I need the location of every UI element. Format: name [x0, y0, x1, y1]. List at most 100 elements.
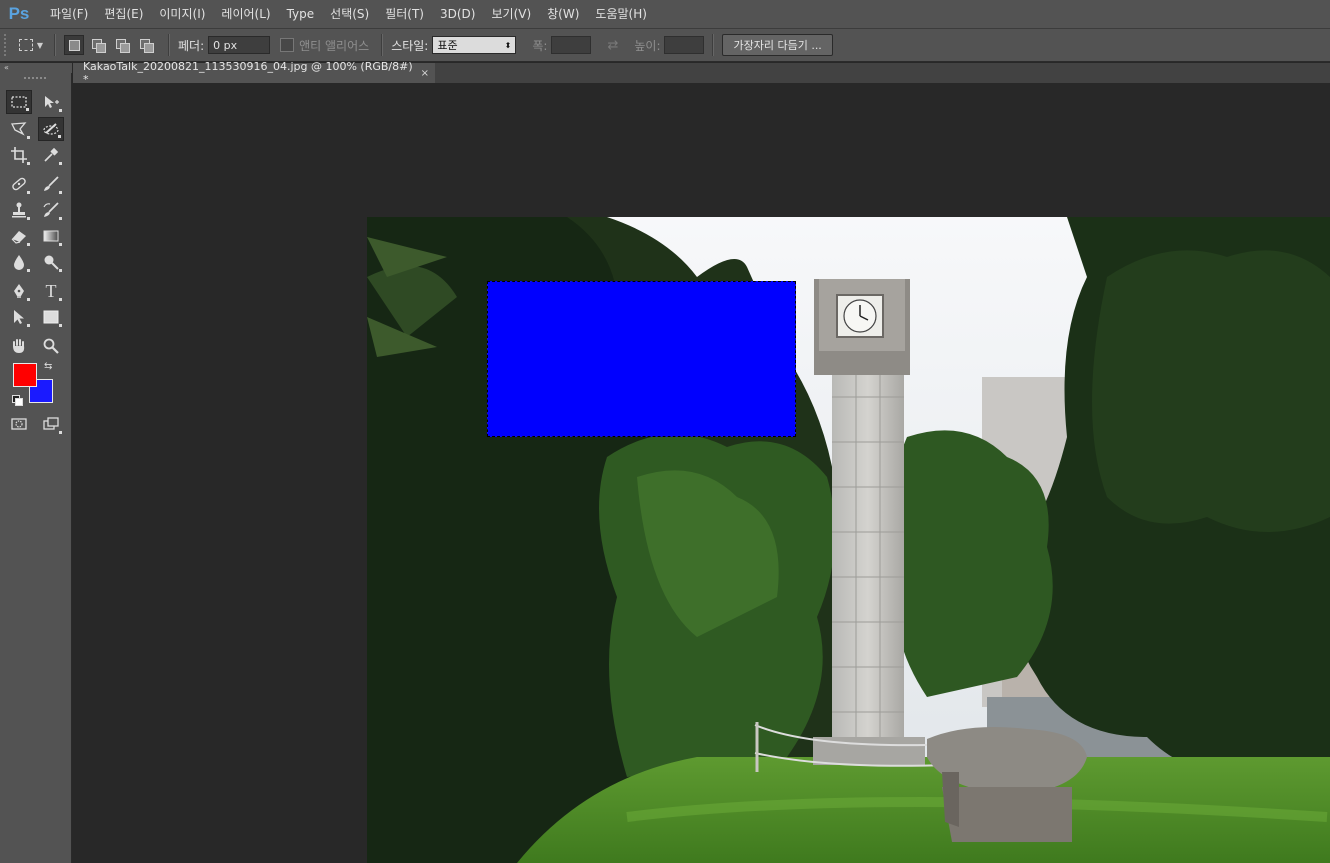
stamp-icon	[12, 202, 26, 218]
menu-filter[interactable]: 필터(T)	[377, 0, 432, 28]
swap-colors-icon[interactable]: ⇆	[44, 361, 52, 372]
bandage-icon	[12, 177, 26, 191]
pen-tool[interactable]	[6, 279, 32, 303]
swap-width-height-icon[interactable]: ⇄	[607, 38, 618, 53]
eraser-icon	[11, 231, 26, 244]
intersect-selection-button[interactable]	[136, 35, 156, 55]
pen-icon	[14, 284, 24, 298]
rect-marquee-icon	[11, 96, 27, 108]
lasso-tool[interactable]	[6, 117, 32, 141]
healing-brush-tool[interactable]	[6, 172, 32, 196]
move-tool[interactable]	[38, 90, 64, 114]
document-canvas[interactable]	[367, 217, 1330, 863]
type-tool[interactable]: T	[38, 279, 64, 303]
feather-input[interactable]	[208, 36, 271, 54]
options-bar: ▼ 페더: 앤티 앨리어스 스타일: 표준 ⬍ 폭: ⇄ 높이: 가장자리 다듬…	[0, 28, 1330, 62]
type-icon: T	[45, 280, 57, 301]
screen-mode-button[interactable]	[38, 412, 64, 436]
gradient-tool[interactable]	[38, 224, 64, 248]
style-select-value: 표준	[437, 39, 458, 52]
rectangle-tool[interactable]	[38, 305, 64, 329]
magnifier-icon	[43, 338, 59, 354]
menu-image[interactable]: 이미지(I)	[151, 0, 213, 28]
tools-panel-header: «	[0, 63, 72, 73]
tools-panel: T ⇆	[0, 73, 72, 863]
new-selection-icon	[68, 39, 80, 51]
brush-tool[interactable]	[38, 172, 64, 196]
dodge-tool[interactable]	[38, 250, 64, 274]
add-selection-icon	[91, 38, 106, 53]
workspace	[73, 83, 1330, 863]
crop-icon	[11, 147, 27, 163]
height-label: 높이:	[634, 38, 661, 53]
feather-label: 페더:	[178, 38, 205, 53]
refine-edge-button[interactable]: 가장자리 다듬기 ...	[722, 34, 833, 56]
divider	[381, 34, 384, 56]
antialias-checkbox[interactable]	[280, 38, 295, 52]
arrow-pointer-icon	[14, 310, 24, 324]
photoshop-logo: Ps	[8, 4, 30, 23]
rectangle-icon	[43, 310, 59, 324]
quick-selection-tool[interactable]	[38, 117, 64, 141]
blur-tool[interactable]	[6, 250, 32, 274]
foreground-color-swatch[interactable]	[13, 363, 37, 387]
hand-icon	[13, 339, 25, 353]
menu-help[interactable]: 도움말(H)	[587, 0, 655, 28]
document-tab-strip: KakaoTalk_20200821_113530916_04.jpg @ 10…	[73, 60, 1330, 86]
subtract-selection-button[interactable]	[112, 35, 132, 55]
menu-view[interactable]: 보기(V)	[483, 0, 539, 28]
menu-file[interactable]: 파일(F)	[42, 0, 96, 28]
gradient-icon	[43, 230, 59, 242]
style-select[interactable]: 표준 ⬍	[432, 36, 517, 54]
menu-select[interactable]: 선택(S)	[322, 0, 377, 28]
menu-layer[interactable]: 레이어(L)	[213, 0, 278, 28]
selection-fill[interactable]	[487, 281, 796, 437]
rect-marquee-tool[interactable]	[6, 90, 32, 114]
divider	[54, 34, 56, 56]
height-input[interactable]	[664, 36, 705, 54]
drop-icon	[14, 255, 24, 270]
zoom-tool[interactable]	[38, 334, 64, 358]
history-brush-tool[interactable]	[38, 198, 64, 222]
screen-mode-icon	[43, 417, 59, 430]
quick-selection-icon	[43, 123, 59, 135]
intersect-selection-icon	[139, 38, 154, 53]
path-selection-tool[interactable]	[6, 305, 32, 329]
width-label: 폭:	[532, 38, 548, 53]
menu-bar: Ps 파일(F) 편집(E) 이미지(I) 레이어(L) Type 선택(S) …	[0, 0, 1330, 28]
width-input[interactable]	[551, 36, 592, 54]
antialias-label: 앤티 앨리어스	[299, 38, 370, 53]
divider	[168, 34, 170, 56]
move-icon	[45, 96, 59, 108]
updown-icon: ⬍	[504, 40, 512, 50]
menu-type[interactable]: Type	[279, 0, 323, 28]
divider	[712, 34, 715, 56]
dodge-icon	[44, 255, 59, 270]
menu-edit[interactable]: 편집(E)	[96, 0, 151, 28]
eyedropper-icon	[44, 147, 59, 162]
tool-preset-picker[interactable]: ▼	[16, 34, 46, 56]
crop-tool[interactable]	[6, 143, 32, 167]
history-brush-icon	[43, 202, 59, 217]
close-icon[interactable]: ×	[421, 68, 429, 79]
new-selection-button[interactable]	[64, 35, 84, 55]
rect-marquee-icon	[18, 39, 33, 51]
quick-mask-icon	[11, 418, 27, 430]
eyedropper-tool[interactable]	[38, 143, 64, 167]
style-label: 스타일:	[391, 38, 429, 53]
subtract-selection-icon	[115, 38, 130, 53]
quick-mask-button[interactable]	[6, 412, 32, 436]
chevron-down-icon: ▼	[36, 40, 44, 50]
tools-panel-grip[interactable]	[24, 77, 46, 82]
options-bar-grip[interactable]	[4, 34, 10, 56]
eraser-tool[interactable]	[6, 224, 32, 248]
hand-tool[interactable]	[6, 334, 32, 358]
collapse-icon[interactable]: «	[4, 63, 9, 72]
document-tab[interactable]: KakaoTalk_20200821_113530916_04.jpg @ 10…	[73, 60, 435, 86]
default-colors-icon[interactable]	[12, 395, 23, 406]
menu-3d[interactable]: 3D(D)	[432, 0, 483, 28]
menu-window[interactable]: 창(W)	[539, 0, 587, 28]
clone-stamp-tool[interactable]	[6, 198, 32, 222]
brush-icon	[44, 176, 59, 191]
add-to-selection-button[interactable]	[88, 35, 108, 55]
